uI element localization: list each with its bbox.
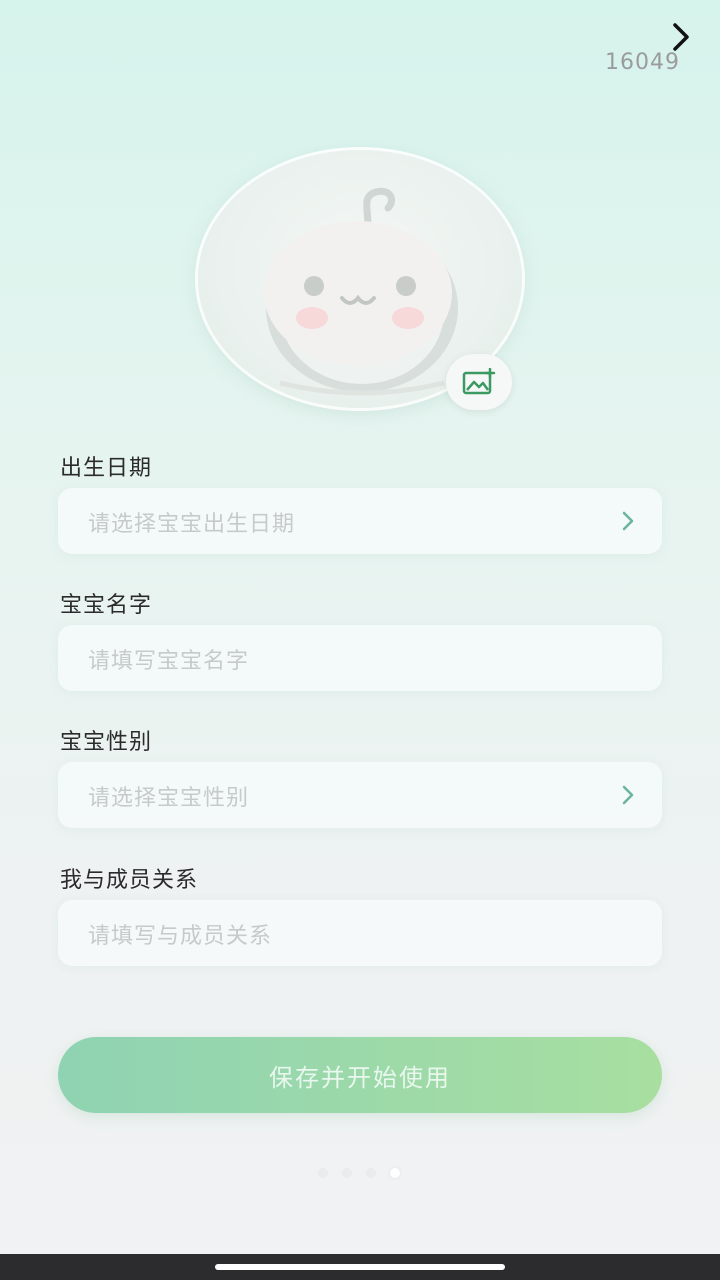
add-photo-icon (462, 368, 496, 395)
gender-label: 宝宝性别 (60, 730, 153, 755)
relation-label: 我与成员关系 (60, 868, 199, 893)
gender-field[interactable]: 请选择宝宝性别 (58, 762, 662, 828)
relation-placeholder: 请填写与成员关系 (88, 924, 273, 949)
chevron-right-icon (673, 23, 689, 51)
home-indicator[interactable] (215, 1264, 505, 1270)
page-dot-active (390, 1168, 400, 1178)
birthdate-label: 出生日期 (60, 456, 153, 481)
system-nav-bar (0, 1254, 720, 1280)
birthdate-field[interactable]: 请选择宝宝出生日期 (58, 488, 662, 554)
gender-placeholder: 请选择宝宝性别 (88, 786, 250, 811)
save-and-start-button[interactable]: 保存并开始使用 (58, 1037, 662, 1113)
birthdate-placeholder: 请选择宝宝出生日期 (88, 512, 296, 537)
chevron-right-icon (622, 511, 634, 531)
step-counter: 16049 (605, 50, 680, 75)
page-dot (366, 1168, 376, 1178)
next-arrow-button[interactable] (666, 20, 696, 54)
name-input[interactable]: 请填写宝宝名字 (58, 625, 662, 691)
page-dot (342, 1168, 352, 1178)
relation-input[interactable]: 请填写与成员关系 (58, 900, 662, 966)
page-indicator (318, 1168, 400, 1178)
name-label: 宝宝名字 (60, 593, 153, 618)
add-photo-button[interactable] (446, 354, 512, 410)
chevron-right-icon (622, 785, 634, 805)
name-placeholder: 请填写宝宝名字 (88, 649, 250, 674)
page-dot (318, 1168, 328, 1178)
